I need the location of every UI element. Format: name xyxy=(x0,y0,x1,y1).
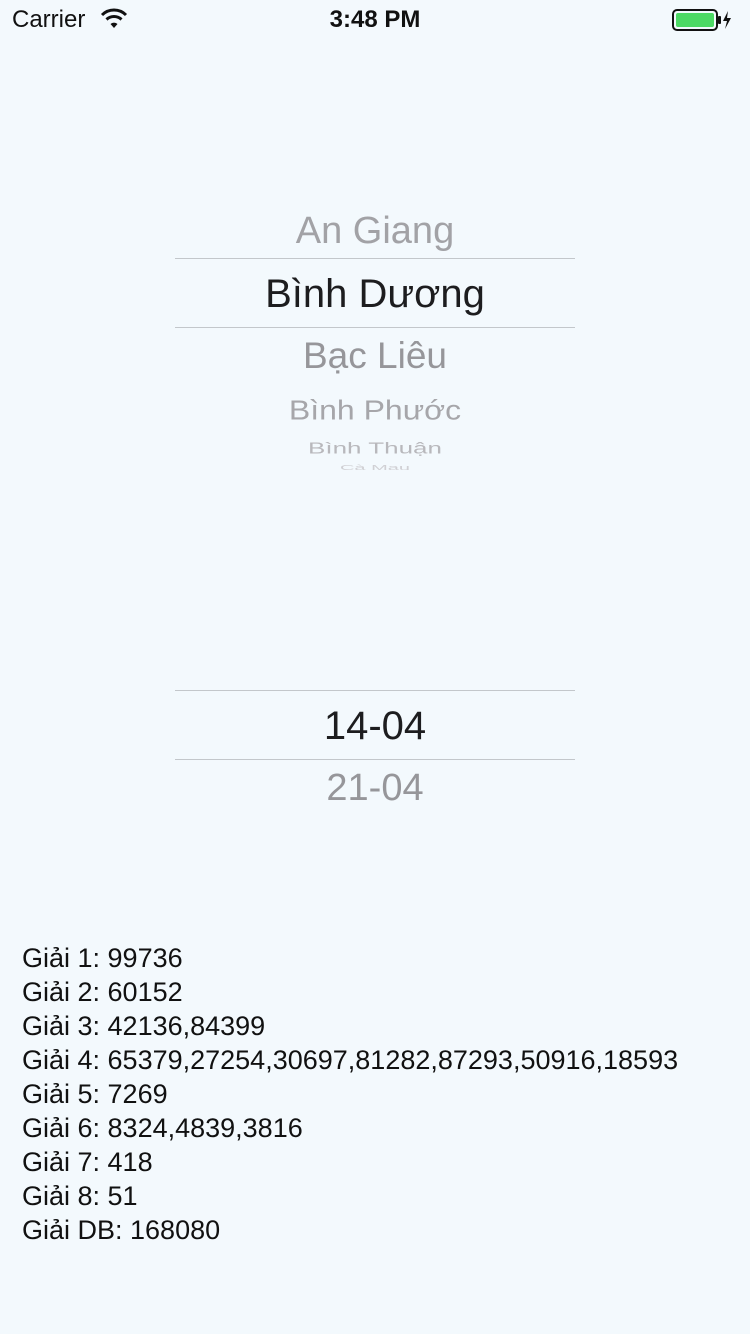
date-selection-line-bottom xyxy=(175,759,575,760)
picker-item-binh-duong-selected[interactable]: Bình Dương xyxy=(175,270,575,318)
picker-selection-line-top xyxy=(175,258,575,259)
picker-item-binh-thuan[interactable]: Bình Thuận xyxy=(175,438,575,457)
result-giai-2: Giải 2: 60152 xyxy=(22,977,183,1007)
picker-item-an-giang[interactable]: An Giang xyxy=(175,208,575,254)
result-giai-7: Giải 7: 418 xyxy=(22,1147,153,1177)
status-bar: Carrier 3:48 PM xyxy=(0,0,750,40)
date-picker[interactable]: 14-04 21-04 xyxy=(175,640,575,840)
result-giai-8: Giải 8: 51 xyxy=(22,1181,138,1211)
battery-icon xyxy=(672,9,734,31)
result-giai-4: Giải 4: 65379,27254,30697,81282,87293,50… xyxy=(22,1045,679,1075)
status-time: 3:48 PM xyxy=(329,6,421,33)
date-selection-line-top xyxy=(175,690,575,691)
result-giai-db: Giải DB: 168080 xyxy=(22,1215,221,1245)
picker-selection-line-bottom xyxy=(175,327,575,328)
date-item[interactable]: 21-04 xyxy=(175,765,575,811)
date-item-selected[interactable]: 14-04 xyxy=(175,702,575,750)
result-giai-3: Giải 3: 42136,84399 xyxy=(22,1011,266,1041)
province-picker[interactable]: An Giang Bình Dương Bạc Liêu Bình Phước … xyxy=(175,200,575,480)
picker-item-ca-mau[interactable]: Cà Mau xyxy=(175,464,575,472)
lottery-results: Giải 1: 99736 Giải 2: 60152 Giải 3: 4213… xyxy=(22,941,742,1247)
picker-item-binh-phuoc[interactable]: Bình Phước xyxy=(175,392,575,427)
result-giai-1: Giải 1: 99736 xyxy=(22,943,183,973)
result-giai-6: Giải 6: 8324,4839,3816 xyxy=(22,1113,303,1143)
picker-item-bac-lieu[interactable]: Bạc Liêu xyxy=(175,333,575,379)
result-giai-5: Giải 5: 7269 xyxy=(22,1079,168,1109)
